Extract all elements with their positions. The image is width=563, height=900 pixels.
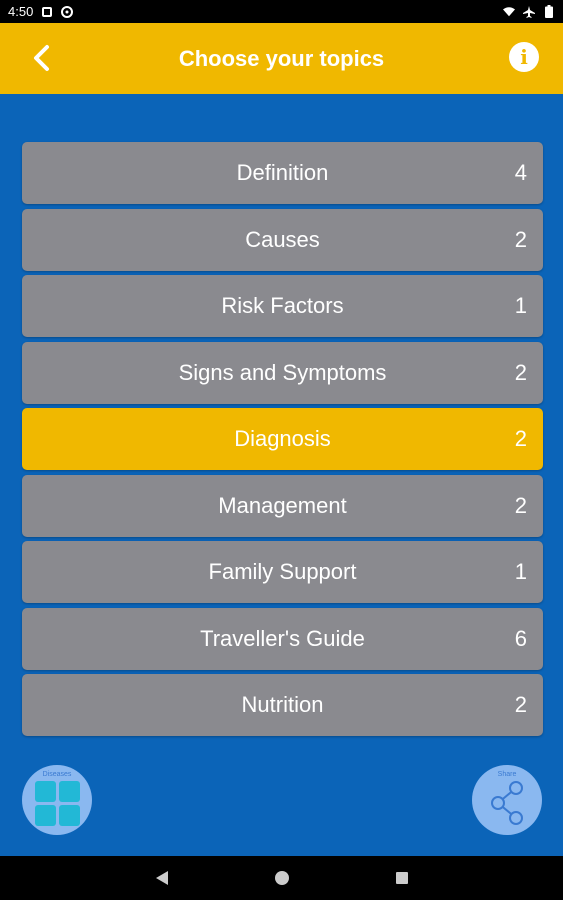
- wifi-icon: [503, 6, 515, 18]
- topic-label: Traveller's Guide: [200, 625, 365, 651]
- topic-count: 1: [514, 293, 527, 318]
- app-bar: Choose your topics i: [0, 23, 563, 94]
- info-button[interactable]: i: [509, 42, 539, 72]
- status-time: 4:50: [8, 4, 34, 19]
- nav-home-button[interactable]: [272, 868, 292, 888]
- topic-count: 6: [514, 625, 527, 651]
- topic-item[interactable]: Signs and Symptoms 2: [22, 341, 543, 404]
- topic-count: 1: [514, 559, 527, 584]
- topic-count: 2: [514, 226, 527, 252]
- sync-icon: [61, 5, 74, 18]
- airplane-icon: [523, 5, 535, 18]
- home-circle-icon: [274, 871, 289, 885]
- topic-label: Management: [218, 492, 347, 518]
- topic-item[interactable]: Nutrition 2: [22, 674, 543, 736]
- topic-label: Causes: [245, 226, 320, 252]
- share-icon: [491, 781, 523, 825]
- topic-label: Family Support: [208, 559, 357, 584]
- info-icon: i: [520, 45, 528, 69]
- topic-item[interactable]: Definition 4: [22, 142, 543, 204]
- system-nav-bar: [0, 856, 563, 900]
- nav-recents-button[interactable]: [392, 868, 412, 888]
- topic-item[interactable]: Management 2: [22, 474, 543, 537]
- topic-label: Definition: [236, 160, 329, 185]
- notification-icon: [41, 6, 53, 18]
- topic-label: Nutrition: [241, 692, 324, 717]
- topic-item[interactable]: Family Support 1: [22, 541, 543, 603]
- topic-count: 2: [514, 692, 527, 717]
- topic-label: Signs and Symptoms: [178, 359, 387, 385]
- nav-back-button[interactable]: [152, 868, 172, 888]
- diseases-button[interactable]: Diseases: [22, 765, 92, 835]
- topic-item[interactable]: Causes 2: [22, 208, 543, 271]
- topic-label: Diagnosis: [234, 426, 331, 451]
- battery-icon: [543, 5, 555, 18]
- recents-square-icon: [395, 872, 408, 884]
- topic-label: Risk Factors: [221, 293, 344, 318]
- topic-item[interactable]: Risk Factors 1: [22, 275, 543, 337]
- back-triangle-icon: [155, 871, 168, 885]
- topic-item[interactable]: Traveller's Guide 6: [22, 607, 543, 670]
- topic-item[interactable]: Diagnosis 2: [22, 408, 543, 470]
- topic-count: 2: [514, 492, 527, 518]
- share-label: Share: [497, 771, 517, 778]
- topic-count: 2: [514, 359, 527, 385]
- diseases-label: Diseases: [42, 771, 72, 778]
- back-button[interactable]: [24, 41, 58, 75]
- grid-icon: [34, 780, 80, 826]
- share-button[interactable]: Share: [472, 765, 542, 835]
- topic-list: Definition 4 Causes 2 Risk Factors 1 Signs and…: [22, 142, 543, 741]
- topic-count: 4: [514, 160, 527, 185]
- chevron-left-icon: [34, 45, 49, 71]
- page-title: Choose your topics: [178, 45, 385, 71]
- topic-count: 2: [514, 426, 527, 451]
- status-bar: 4:50: [0, 0, 563, 23]
